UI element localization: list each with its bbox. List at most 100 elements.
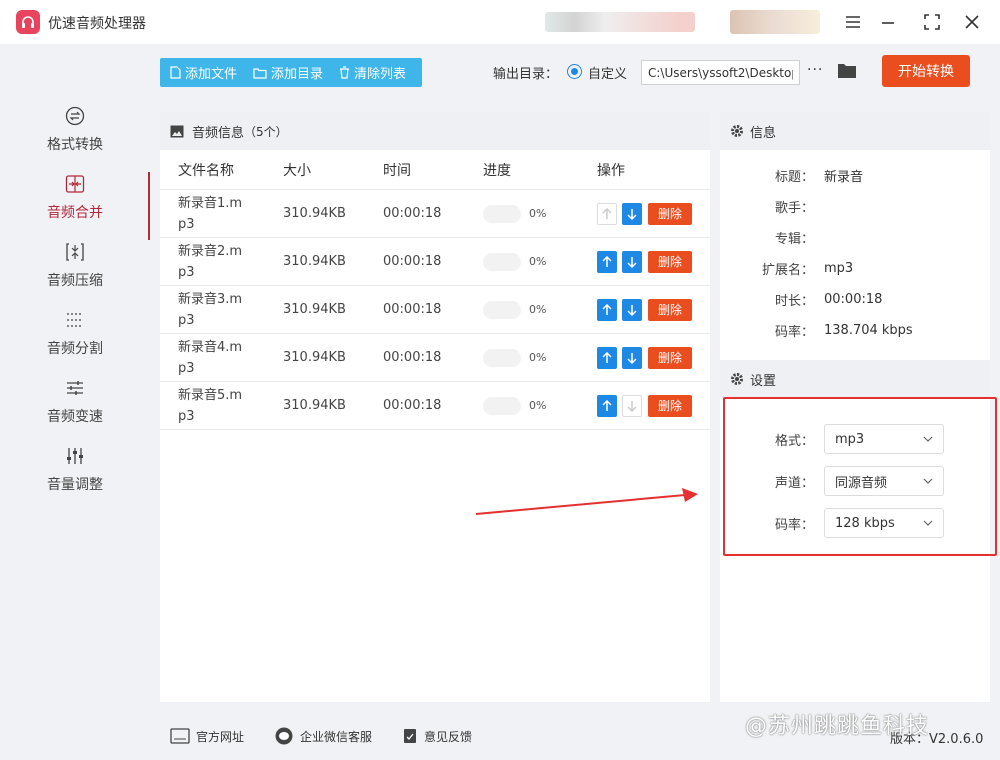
arrow-down-icon <box>627 256 637 268</box>
info-label: 码率： <box>774 325 814 340</box>
file-name-cell: 新录音2.m p3 <box>160 241 265 283</box>
blurred-account-area <box>545 12 695 32</box>
file-time: 00:00:18 <box>383 206 442 221</box>
trash-icon <box>340 66 350 79</box>
output-path-input[interactable] <box>641 60 800 85</box>
add-file-button[interactable]: 添加文件 <box>160 58 243 87</box>
sidebar-item-volume[interactable]: 音量调整 <box>0 436 150 504</box>
feedback-link[interactable]: 意见反馈 <box>402 728 472 745</box>
add-folder-button[interactable]: 添加目录 <box>243 58 329 87</box>
menu-icon[interactable] <box>841 10 865 34</box>
move-down-button[interactable] <box>622 394 642 417</box>
move-down-button[interactable] <box>622 250 642 273</box>
sidebar-item-speed[interactable]: 音频变速 <box>0 368 150 436</box>
move-up-button[interactable] <box>597 202 617 225</box>
annotation-arrow <box>475 488 698 515</box>
feedback-icon <box>404 729 417 743</box>
split-icon <box>65 310 85 330</box>
info-row-bitrate: 码率： 138.704 kbps <box>720 315 990 346</box>
progress-bar <box>483 204 521 223</box>
audio-info-header: 音频信息 （5个） <box>160 112 710 150</box>
info-value: mp3 <box>824 261 854 276</box>
app-title: 优速音频处理器 <box>48 16 146 32</box>
move-down-button[interactable] <box>622 202 642 225</box>
file-time: 00:00:18 <box>383 302 442 317</box>
clear-list-label: 清除列表 <box>354 67 407 82</box>
sidebar-item-merge[interactable]: 音频合并 <box>0 164 150 240</box>
table-row[interactable]: 新录音4.m p3 310.94KB 00:00:18 0% 删除 <box>160 334 710 382</box>
sidebar-item-label: 音频合并 <box>47 205 103 221</box>
table-row[interactable]: 新录音5.m p3 310.94KB 00:00:18 0% 删除 <box>160 382 710 430</box>
file-name-line2: p3 <box>178 216 195 232</box>
arrow-up-icon <box>602 399 612 411</box>
info-label: 标题： <box>774 170 814 185</box>
open-folder-icon[interactable] <box>837 62 857 83</box>
blurred-user-avatar <box>730 10 820 34</box>
info-row-album: 专辑： <box>720 222 990 253</box>
wechat-service-link[interactable]: 企业微信客服 <box>274 727 372 745</box>
wechat-icon <box>275 727 293 745</box>
sidebar-item-label: 音频压缩 <box>47 273 103 289</box>
table-row[interactable]: 新录音3.m p3 310.94KB 00:00:18 0% 删除 <box>160 286 710 334</box>
settings-header: 设置 <box>720 360 990 398</box>
arrow-down-icon <box>627 304 637 316</box>
file-size: 310.94KB <box>283 254 346 269</box>
gear-icon <box>731 125 743 137</box>
delete-button[interactable]: 删除 <box>648 346 692 369</box>
table-row[interactable]: 新录音1.m p3 310.94KB 00:00:18 0% 删除 <box>160 190 710 238</box>
compress-icon <box>65 242 85 262</box>
sidebar-item-label: 音量调整 <box>47 477 103 493</box>
arrow-up-icon <box>602 303 612 315</box>
delete-button[interactable]: 删除 <box>648 394 692 417</box>
sidebar-item-split[interactable]: 音频分割 <box>0 300 150 368</box>
arrow-up-icon <box>602 255 612 267</box>
info-label: 扩展名： <box>761 263 814 278</box>
minimize-icon[interactable] <box>876 10 900 34</box>
volume-icon <box>65 446 85 466</box>
info-value: 138.704 kbps <box>824 323 913 338</box>
custom-radio[interactable] <box>567 64 582 79</box>
move-up-button[interactable] <box>597 346 617 369</box>
sidebar-item-format-convert[interactable]: 格式转换 <box>0 96 150 164</box>
delete-button[interactable]: 删除 <box>648 298 692 321</box>
file-name-line2: p3 <box>178 360 195 376</box>
browse-more-button[interactable]: ··· <box>807 62 823 78</box>
gear-icon <box>731 373 743 385</box>
info-title: 信息 <box>750 125 777 141</box>
sidebar-item-compress[interactable]: 音频压缩 <box>0 232 150 300</box>
col-time: 时间 <box>383 162 411 179</box>
file-size: 310.94KB <box>283 350 346 365</box>
move-up-button[interactable] <box>597 394 617 417</box>
file-size: 310.94KB <box>283 206 346 221</box>
file-icon <box>170 66 181 79</box>
audio-info-title: 音频信息 <box>192 125 245 141</box>
move-up-button[interactable] <box>597 250 617 273</box>
audio-info-panel: 音频信息 （5个） 文件名称 大小 时间 进度 操作 新录音1.m p3 310.… <box>160 112 710 702</box>
delete-button[interactable]: 删除 <box>648 202 692 225</box>
sidebar: 格式转换 音频合并 音频压缩 音频分割 音频变速 音量调整 <box>0 96 150 504</box>
move-down-button[interactable] <box>622 298 642 321</box>
delete-button[interactable]: 删除 <box>648 250 692 273</box>
sidebar-item-label: 格式转换 <box>47 137 103 153</box>
table-row[interactable]: 新录音2.m p3 310.94KB 00:00:18 0% 删除 <box>160 238 710 286</box>
move-down-button[interactable] <box>622 346 642 369</box>
toolbar: 添加文件 添加目录 清除列表 <box>160 58 422 87</box>
close-icon[interactable] <box>960 10 984 34</box>
file-size: 310.94KB <box>283 302 346 317</box>
start-convert-button[interactable]: 开始转换 <box>882 55 970 87</box>
file-time: 00:00:18 <box>383 398 442 413</box>
clear-list-button[interactable]: 清除列表 <box>329 58 412 87</box>
file-name-line2: p3 <box>178 408 195 424</box>
info-header: 信息 <box>720 112 990 150</box>
custom-radio-label[interactable]: 自定义 <box>588 63 627 82</box>
file-name-line1: 新录音5.m <box>178 387 243 403</box>
info-value: 00:00:18 <box>824 292 883 307</box>
website-link[interactable]: 官方网址 <box>170 728 244 745</box>
progress-bar <box>483 348 521 367</box>
speed-icon <box>65 378 85 398</box>
audio-count: （5个） <box>244 124 288 139</box>
fullscreen-icon[interactable] <box>920 10 944 34</box>
progress-bar <box>483 252 521 271</box>
table-header: 文件名称 大小 时间 进度 操作 <box>160 150 710 190</box>
move-up-button[interactable] <box>597 298 617 321</box>
